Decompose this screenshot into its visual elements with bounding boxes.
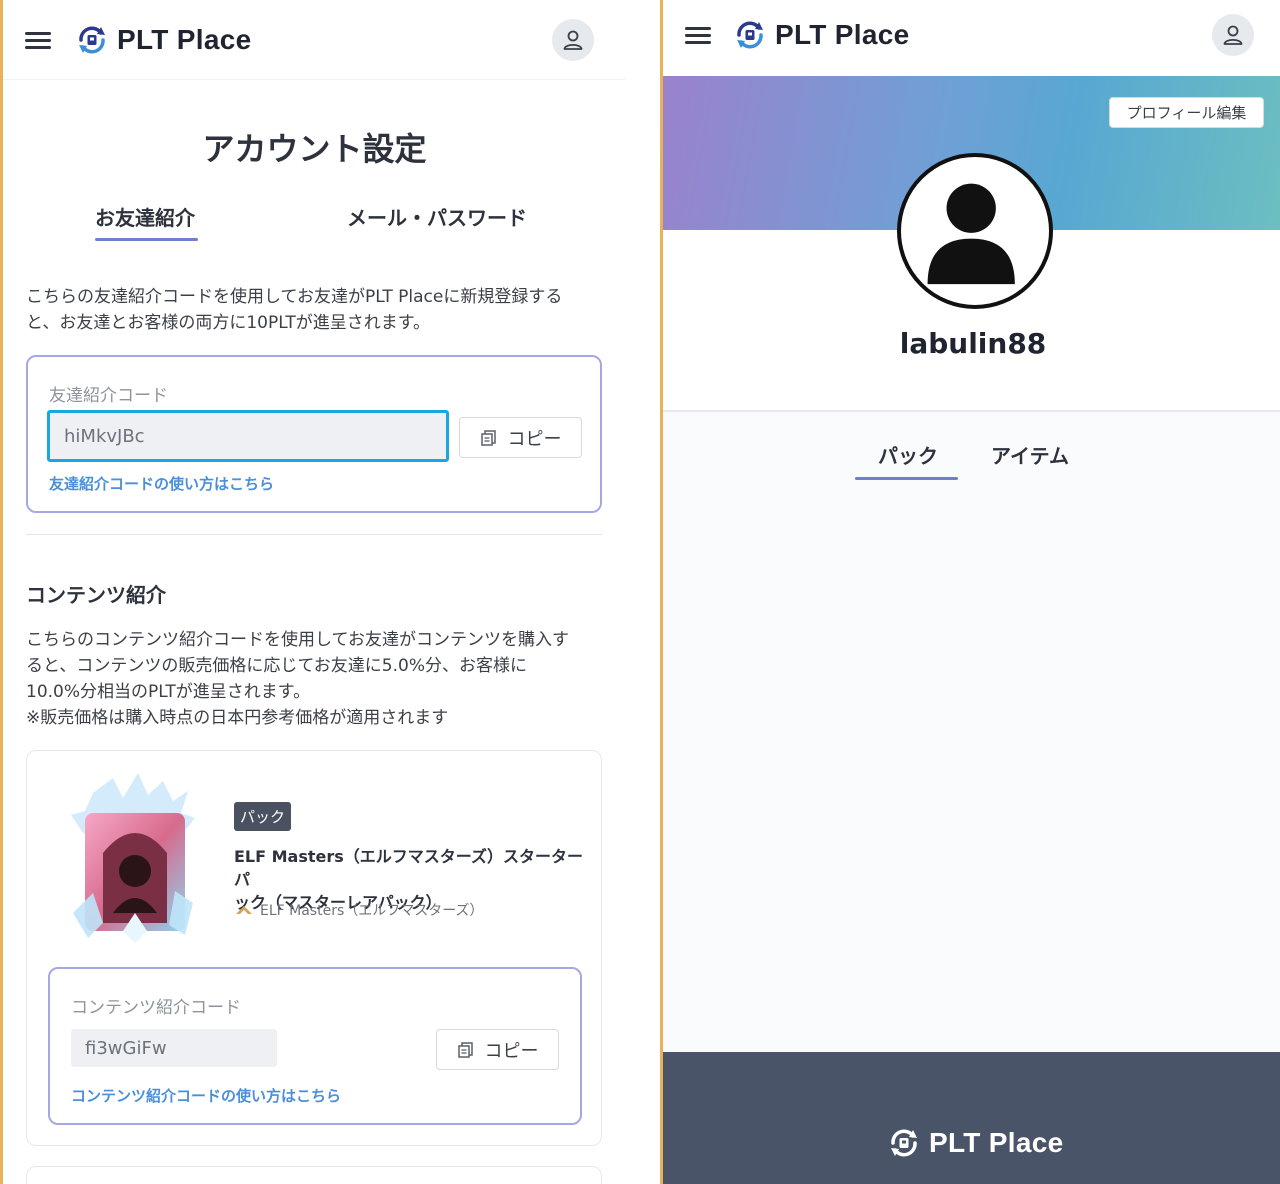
content-referral-description: こちらのコンテンツ紹介コードを使用してお友達がコンテンツを購入す ると、コンテン… <box>26 627 616 731</box>
friend-referral-code-label: 友達紹介コード <box>49 386 168 406</box>
footer: PLT Place <box>663 1052 1280 1184</box>
product-source-label: ELF Masters（エルフマスターズ） <box>260 903 484 919</box>
user-menu-button[interactable] <box>552 19 594 61</box>
default-avatar-icon <box>927 183 1015 285</box>
tab-items[interactable]: アイテム <box>991 440 1069 469</box>
user-icon <box>1223 25 1243 45</box>
copy-icon <box>457 1041 473 1058</box>
plt-logo-icon <box>891 1129 917 1157</box>
friend-referral-code-field[interactable]: hiMkvJBc <box>47 410 449 462</box>
pack-image[interactable] <box>63 773 203 943</box>
content-referral-help-link[interactable]: コンテンツ紹介コードの使い方はこちら <box>71 1085 341 1106</box>
active-tab-indicator <box>95 238 198 241</box>
section-divider <box>26 534 602 535</box>
referral-description: こちらの友達紹介コードを使用してお友達がPLT Placeに新規登録する と、お… <box>26 284 616 336</box>
tab-packs[interactable]: パック <box>878 440 938 469</box>
logo-text: PLT Place <box>929 1127 1064 1158</box>
content-referral-code-card: コンテンツ紹介コード fi3wGiFw コピー コンテンツ紹介コードの使い方はこ… <box>48 967 582 1125</box>
tab-friend-referral[interactable]: お友達紹介 <box>95 202 195 231</box>
next-content-card <box>26 1166 602 1184</box>
elf-masters-icon <box>236 906 252 914</box>
profile-avatar[interactable] <box>897 153 1053 309</box>
content-description-line: ると、コンテンツの販売価格に応じてお友達に5.0%分、お客様に <box>26 656 527 676</box>
profile-username: labulin88 <box>899 327 1047 360</box>
product-source[interactable]: ELF Masters（エルフマスターズ） <box>234 900 484 920</box>
top-header: PLT Place <box>663 0 1280 76</box>
price-note: ※販売価格は購入時点の日本円参考価格が適用されます <box>26 708 449 728</box>
plt-logo-icon <box>79 26 105 54</box>
user-icon <box>563 30 583 50</box>
app-logo[interactable]: PLT Place <box>733 15 909 55</box>
tab-email-password[interactable]: メール・パスワード <box>347 202 527 231</box>
edit-profile-button[interactable]: プロフィール編集 <box>1109 97 1264 128</box>
product-type-badge: パック <box>234 802 292 831</box>
plt-logo-icon <box>737 21 763 49</box>
content-description-line: 10.0%分相当のPLTが進呈されます。 <box>26 682 311 702</box>
copy-button-label: コピー <box>484 1040 539 1062</box>
app-logo[interactable]: PLT Place <box>75 20 251 60</box>
footer-logo[interactable]: PLT Place <box>887 1123 1063 1163</box>
content-referral-code-field[interactable]: fi3wGiFw <box>71 1029 277 1067</box>
profile-panel: PLT Place プロフィール編集 labulin88 パック アイテム PL… <box>660 0 1280 1184</box>
referral-description-line: と、お友達とお客様の両方に10PLTが進呈されます。 <box>26 313 431 333</box>
copy-button-label: コピー <box>507 428 562 450</box>
account-settings-panel: PLT Place アカウント設定 お友達紹介 メール・パスワード こちらの友達… <box>0 0 626 1184</box>
content-description-line: こちらのコンテンツ紹介コードを使用してお友達がコンテンツを購入す <box>26 630 569 650</box>
referral-description-line: こちらの友達紹介コードを使用してお友達がPLT Placeに新規登録する <box>26 287 563 307</box>
page-title: アカウント設定 <box>202 130 427 168</box>
content-referral-card: パック ELF Masters（エルフマスターズ）スターターパ ック（マスターレ… <box>26 750 602 1146</box>
hamburger-icon[interactable] <box>685 27 711 45</box>
logo-text: PLT Place <box>775 19 910 50</box>
logo-text: PLT Place <box>117 24 252 55</box>
content-referral-title: コンテンツ紹介 <box>26 583 166 607</box>
user-menu-button[interactable] <box>1212 14 1254 56</box>
copy-content-code-button[interactable]: コピー <box>436 1029 559 1070</box>
active-tab-indicator <box>855 477 958 480</box>
referral-help-link[interactable]: 友達紹介コードの使い方はこちら <box>49 473 274 494</box>
friend-referral-card: 友達紹介コード hiMkvJBc コピー 友達紹介コードの使い方はこちら <box>26 355 602 513</box>
copy-icon <box>480 429 496 446</box>
profile-content-area <box>663 410 1280 1052</box>
content-referral-code-label: コンテンツ紹介コード <box>71 998 241 1018</box>
hamburger-icon[interactable] <box>25 32 51 50</box>
copy-referral-code-button[interactable]: コピー <box>459 417 582 458</box>
product-title-line: ELF Masters（エルフマスターズ）スターターパ <box>234 847 583 889</box>
top-header: PLT Place <box>3 0 626 80</box>
